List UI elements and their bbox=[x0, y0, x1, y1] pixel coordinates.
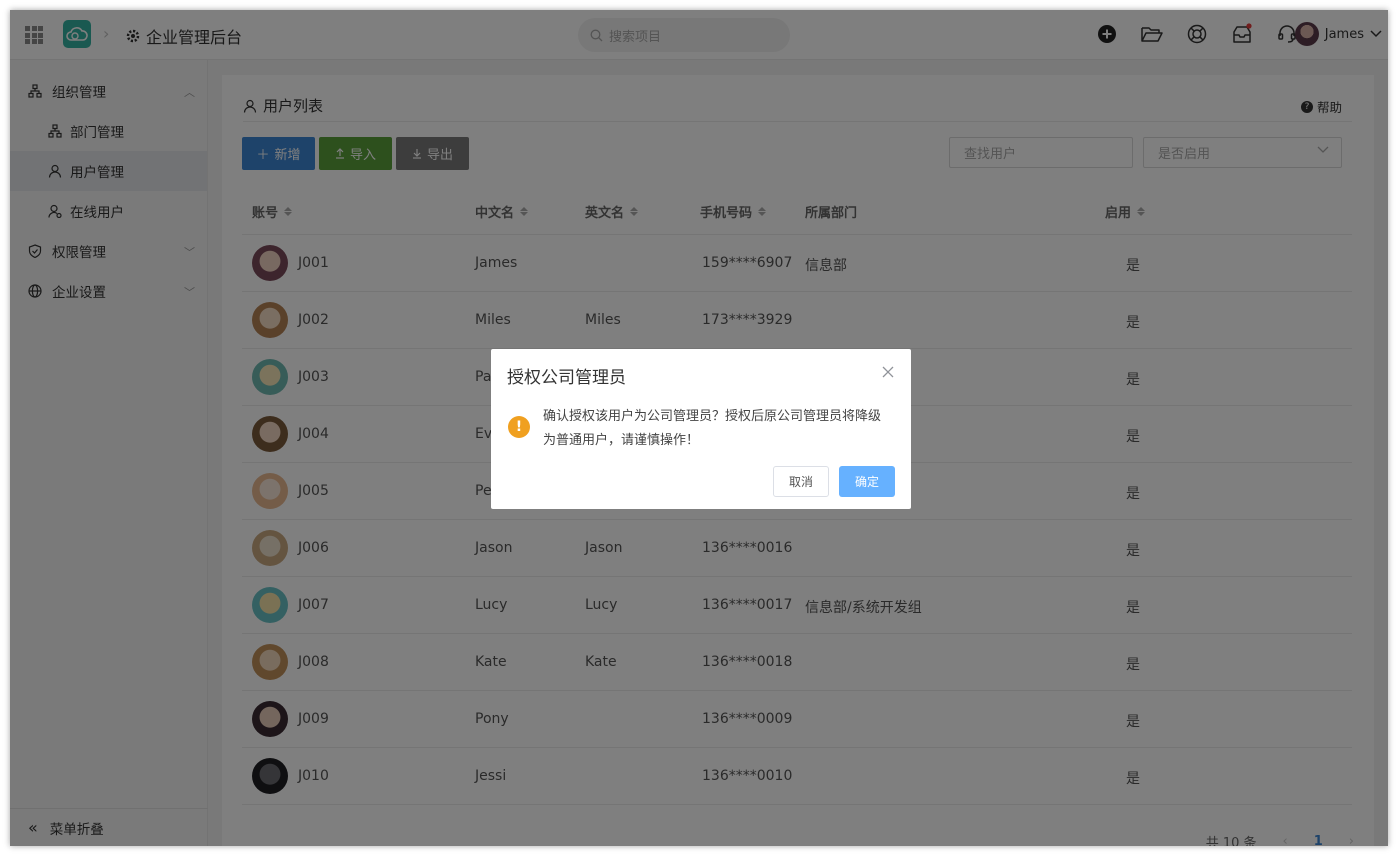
close-icon[interactable] bbox=[881, 365, 895, 379]
dialog-message: 确认授权该用户为公司管理员？授权后原公司管理员将降级为普通用户，请谨慎操作！ bbox=[543, 409, 882, 448]
warning-icon: ! bbox=[508, 416, 530, 438]
authorize-admin-dialog: 授权公司管理员 ! 确认授权该用户为公司管理员？授权后原公司管理员将降级为普通用… bbox=[491, 349, 911, 509]
confirm-button[interactable]: 确定 bbox=[839, 466, 895, 497]
dialog-title: 授权公司管理员 bbox=[507, 368, 626, 388]
cancel-button[interactable]: 取消 bbox=[773, 466, 829, 497]
app-window: › 企业管理后台 搜索项目 bbox=[10, 10, 1388, 846]
